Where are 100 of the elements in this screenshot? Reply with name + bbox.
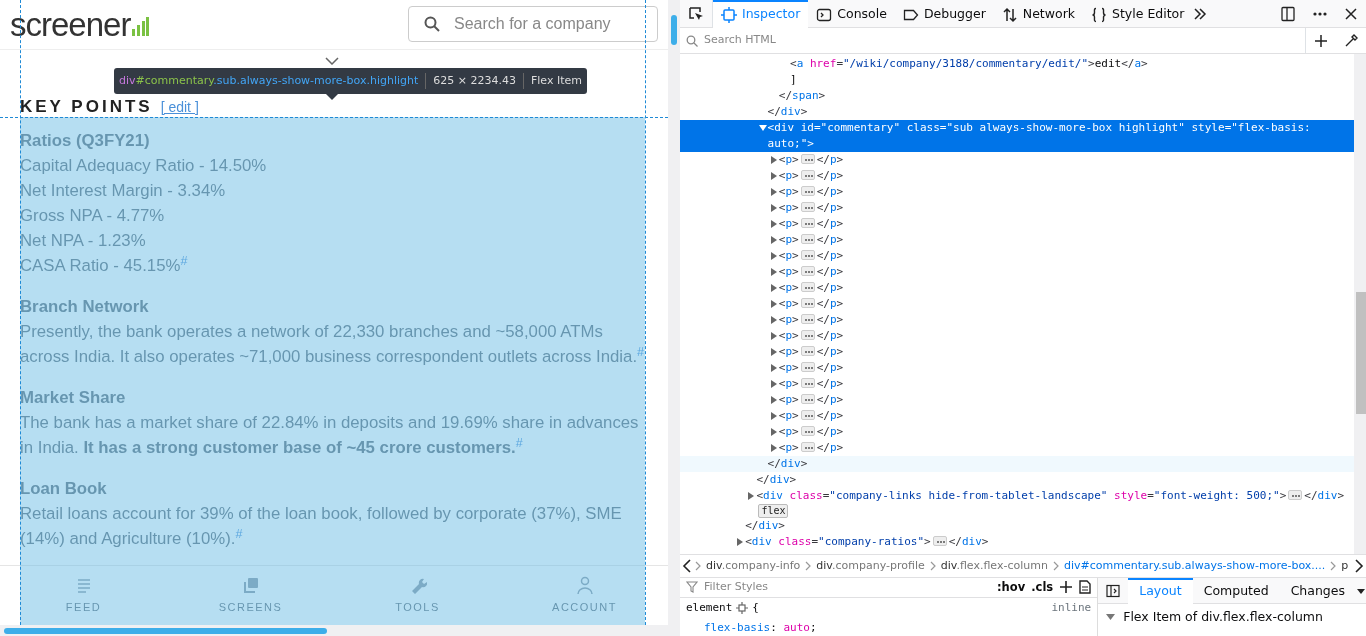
devtools-tab[interactable]: Console	[808, 0, 895, 28]
expand-arrow-icon[interactable]	[769, 444, 778, 452]
devtools-tab[interactable]: Inspector	[713, 0, 809, 28]
markup-line[interactable]: </p>	[816, 376, 844, 392]
scroll-right-icon[interactable]	[1352, 559, 1366, 573]
markup-line[interactable]: </p>	[816, 360, 844, 376]
markup-line[interactable]: <p>	[778, 424, 799, 440]
markup-line[interactable]: <p>	[778, 280, 799, 296]
expand-arrow-icon[interactable]	[769, 316, 778, 324]
markup-line[interactable]: <p>	[778, 216, 799, 232]
expand-arrow-icon[interactable]	[769, 380, 778, 388]
expand-arrow-icon[interactable]	[769, 284, 778, 292]
markup-line[interactable]: ]	[790, 72, 797, 88]
markup-line[interactable]: </p>	[816, 344, 844, 360]
markup-line[interactable]: <p>	[778, 344, 799, 360]
ellipsis-icon[interactable]	[800, 346, 815, 356]
cls-button[interactable]: .cls	[1031, 578, 1054, 596]
breadcrumb[interactable]: p	[1337, 557, 1353, 575]
markup-line[interactable]: <p>	[778, 248, 799, 264]
markup-line[interactable]: <p>	[778, 312, 799, 328]
scrollbar-thumb[interactable]	[1356, 292, 1366, 414]
markup-line[interactable]: </p>	[816, 280, 844, 296]
panel-tab[interactable]: Layout	[1128, 578, 1193, 604]
markup-line[interactable]: </p>	[816, 232, 844, 248]
breadcrumb[interactable]: div#commentary.sub.always-show-more-box....	[1059, 557, 1330, 575]
devtools-tab[interactable]: Style Editor	[1083, 0, 1193, 28]
chevron-down-icon[interactable]	[325, 57, 339, 65]
panel-tab[interactable]: Changes	[1279, 578, 1356, 604]
logo-text[interactable]: screener	[10, 8, 131, 41]
ellipsis-icon[interactable]	[800, 250, 815, 260]
markup-line[interactable]: </div>	[745, 518, 785, 534]
expand-arrow-icon[interactable]	[769, 156, 778, 164]
markup-line[interactable]: </p>	[816, 264, 844, 280]
ellipsis-icon[interactable]	[800, 442, 815, 452]
markup-line[interactable]: </div>	[948, 534, 989, 550]
ellipsis-icon[interactable]	[800, 394, 815, 404]
markup-line[interactable]: </p>	[816, 312, 844, 328]
devtools-tab[interactable]: Network	[993, 0, 1083, 28]
markup-line[interactable]: </p>	[816, 184, 844, 200]
markup-line[interactable]: <p>	[778, 440, 799, 456]
expand-arrow-icon[interactable]	[769, 236, 778, 244]
collapse-arrow-icon[interactable]	[758, 124, 767, 132]
scrollbar-thumb[interactable]	[4, 628, 327, 634]
dropdown-icon[interactable]	[1356, 586, 1366, 595]
markup-line[interactable]: <p>	[778, 408, 799, 424]
markup-line[interactable]: <p>	[778, 152, 799, 168]
ellipsis-icon[interactable]	[800, 186, 815, 196]
expand-arrow-icon[interactable]	[736, 538, 745, 546]
markup-line[interactable]: <p>	[778, 360, 799, 376]
markup-line[interactable]: <p>	[778, 168, 799, 184]
markup-line[interactable]: </p>	[816, 408, 844, 424]
ellipsis-icon[interactable]	[800, 218, 815, 228]
markup-line[interactable]: </p>	[816, 200, 844, 216]
markup-line[interactable]: </div>	[767, 456, 808, 472]
ellipsis-icon[interactable]	[800, 314, 815, 324]
expand-arrow-icon[interactable]	[769, 220, 778, 228]
breadcrumb[interactable]: div.company-info	[702, 557, 805, 575]
markup-line[interactable]: <p>	[778, 264, 799, 280]
add-icon[interactable]	[1059, 580, 1074, 595]
markup-line[interactable]: </p>	[816, 440, 844, 456]
markup-line[interactable]: </p>	[816, 328, 844, 344]
dock-icon[interactable]	[1280, 5, 1296, 22]
markup-line[interactable]: </p>	[816, 392, 844, 408]
ellipsis-icon[interactable]	[800, 330, 815, 340]
eyedropper-icon[interactable]	[1344, 33, 1358, 48]
markup-line[interactable]: <p>	[778, 184, 799, 200]
markup-line[interactable]: <div class="company-links hide-from-tablet-landscape" style="font-weight: 500;">	[756, 488, 1287, 504]
document-icon[interactable]	[1079, 580, 1092, 595]
markup-line[interactable]: <p>	[778, 200, 799, 216]
expand-arrow-icon[interactable]	[769, 348, 778, 356]
ellipsis-icon[interactable]	[800, 410, 815, 420]
markup-line[interactable]: </p>	[816, 152, 844, 168]
ellipsis-icon[interactable]	[1288, 490, 1303, 500]
scroll-left-icon[interactable]	[680, 559, 694, 573]
expand-arrow-icon[interactable]	[769, 172, 778, 180]
expand-arrow-icon[interactable]	[769, 412, 778, 420]
ellipsis-icon[interactable]	[800, 362, 815, 372]
target-icon[interactable]	[736, 601, 749, 614]
hov-button[interactable]: :hov	[997, 578, 1026, 596]
ellipsis-icon[interactable]	[800, 234, 815, 244]
ellipsis-icon[interactable]	[800, 298, 815, 308]
markup-line[interactable]: <p>	[778, 392, 799, 408]
collapse-arrow-icon[interactable]	[1106, 613, 1116, 622]
sidebar-toggle-icon[interactable]	[1106, 583, 1121, 598]
expand-arrow-icon[interactable]	[769, 268, 778, 276]
html-search-field[interactable]: Search HTML	[702, 31, 1301, 50]
ellipsis-icon[interactable]	[800, 426, 815, 436]
markup-line[interactable]: </div>	[767, 104, 808, 120]
filter-styles-field[interactable]: Filter Styles	[702, 578, 991, 597]
markup-line[interactable]: <p>	[778, 376, 799, 392]
pick-element-icon[interactable]	[688, 5, 704, 22]
ellipsis-icon[interactable]	[800, 154, 815, 164]
add-icon[interactable]	[1314, 33, 1328, 48]
ellipsis-icon[interactable]	[800, 282, 815, 292]
ellipsis-icon[interactable]	[800, 170, 815, 180]
expand-arrow-icon[interactable]	[769, 396, 778, 404]
expand-arrow-icon[interactable]	[769, 204, 778, 212]
markup-line[interactable]: </p>	[816, 248, 844, 264]
expand-arrow-icon[interactable]	[747, 492, 756, 500]
markup-line[interactable]: <p>	[778, 296, 799, 312]
